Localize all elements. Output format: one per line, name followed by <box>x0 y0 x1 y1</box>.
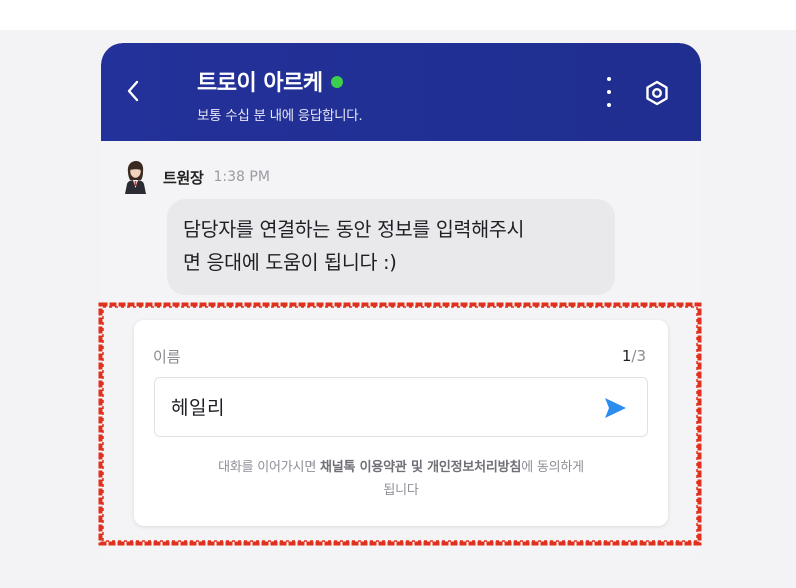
name-input[interactable]: 헤일리 <box>154 377 648 437</box>
chat-title: 트로이 아르케 <box>197 71 323 96</box>
message-header: 트원장 1:38 PM <box>121 160 270 194</box>
more-options-button[interactable] <box>599 77 619 107</box>
step-total: /3 <box>631 347 646 365</box>
chevron-left-icon <box>127 80 139 102</box>
settings-button[interactable] <box>643 79 671 107</box>
settings-icon <box>646 80 668 106</box>
step-current: 1 <box>621 347 632 365</box>
send-button[interactable] <box>601 394 629 422</box>
info-form-card: 이름 1/3 헤일리 대화를 이어가시면 채널톡 이용약관 및 개인정보처리방침… <box>134 320 668 526</box>
field-label: 이름 <box>153 348 181 366</box>
page-bottom-strip <box>0 558 796 588</box>
message-time: 1:38 PM <box>213 169 270 185</box>
online-status-dot <box>330 76 343 88</box>
consent-line-2: 됩니다 <box>383 483 419 498</box>
send-icon <box>605 398 626 418</box>
back-button[interactable] <box>119 73 147 109</box>
header-title-group: 트로이 아르케 보통 수십 분 내에 응답합니다. <box>197 65 363 124</box>
consent-notice: 대화를 이어가시면 채널톡 이용약관 및 개인정보처리방침에 동의하게 됩니다 <box>154 456 648 502</box>
chat-window: 트로이 아르케 보통 수십 분 내에 응답합니다. 트원장 1:38 PM 담당… <box>101 43 701 588</box>
response-time-text: 보통 수십 분 내에 응답합니다. <box>197 108 363 124</box>
step-counter: 1/3 <box>622 347 646 365</box>
more-vertical-icon <box>607 77 611 81</box>
chat-header: 트로이 아르케 보통 수십 분 내에 응답합니다. <box>101 43 701 141</box>
avatar <box>125 161 146 194</box>
consent-prefix: 대화를 이어가시면 <box>218 460 321 475</box>
consent-suffix: 에 동의하게 <box>521 460 584 475</box>
message-text-line-1: 담당자를 연결하는 동안 정보를 입력해주시 <box>183 218 525 241</box>
message-text-line-2: 면 응대에 도움이 됩니다 :) <box>183 251 397 274</box>
message-bubble: 담당자를 연결하는 동안 정보를 입력해주시 면 응대에 도움이 됩니다 :) <box>167 199 615 295</box>
privacy-policy-link[interactable]: 개인정보처리방침 <box>427 460 521 475</box>
sender-name: 트원장 <box>163 168 204 187</box>
terms-link[interactable]: 채널톡 이용약관 <box>320 460 407 475</box>
name-input-value[interactable]: 헤일리 <box>171 393 225 420</box>
consent-and: 및 <box>406 460 428 475</box>
page-top-background <box>0 0 796 30</box>
